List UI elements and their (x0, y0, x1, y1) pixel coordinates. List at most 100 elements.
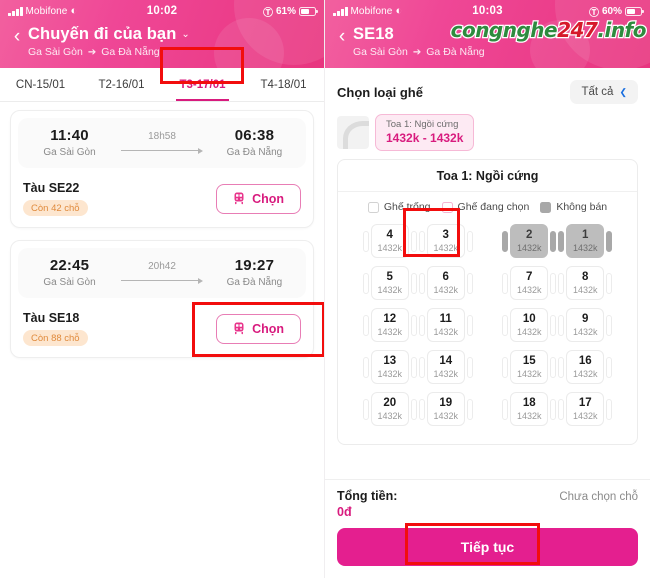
route-breadcrumb: Ga Sài Gòn ➔ Ga Đà Nẵng (28, 46, 190, 58)
route-breadcrumb: Ga Sài Gòn ➔ Ga Đà Nẵng (353, 46, 485, 58)
page-title[interactable]: Chuyến đi của bạn ⌄ (28, 25, 190, 44)
seat-18[interactable]: 18 1432k (510, 392, 549, 426)
continue-button[interactable]: Tiếp tục (337, 528, 638, 566)
back-button[interactable]: ‹ (6, 24, 28, 50)
train-name: Tàu SE18 (23, 311, 80, 325)
seat-armrest-icon (550, 356, 557, 378)
seat-armrest-icon (418, 398, 425, 420)
seat-13[interactable]: 13 1432k (370, 350, 409, 384)
seat-number: 12 (383, 313, 397, 326)
seat-half-left: 20 1432k 19 1432k (348, 392, 488, 426)
seat-half-left: 5 1432k 6 1432k (348, 266, 488, 300)
trip-card-0[interactable]: 11:40 Ga Sài Gòn 18h58 06:38 Ga Đà Nẵng … (10, 110, 314, 228)
seat-number: 1 (582, 229, 589, 242)
seat-armrest-icon (550, 230, 557, 252)
seat-armrest-icon (410, 272, 417, 294)
seat-unit: 2 1432k (502, 224, 557, 258)
seat-unit: 4 1432k (362, 224, 417, 258)
seats-available-badge: Còn 88 chỗ (23, 330, 88, 346)
seat-7[interactable]: 7 1432k (510, 266, 549, 300)
seat-armrest-icon (466, 272, 473, 294)
seat-armrest-icon (362, 272, 369, 294)
route-origin: Ga Sài Gòn (28, 46, 83, 58)
seat-17[interactable]: 17 1432k (566, 392, 605, 426)
seat-number: 6 (442, 271, 449, 284)
date-tab-3[interactable]: T4-18/01 (243, 68, 324, 101)
seat-price: 1432k (433, 410, 459, 421)
seat-number: 7 (526, 271, 533, 284)
seat-6[interactable]: 6 1432k (426, 266, 465, 300)
seat-number: 8 (582, 271, 589, 284)
back-button[interactable]: ‹ (331, 24, 353, 50)
seat-unit: 13 1432k (362, 350, 417, 384)
legend-swatch-unavailable-icon (540, 201, 552, 213)
arrive-time: 19:27 (234, 257, 275, 274)
seat-8[interactable]: 8 1432k (566, 266, 605, 300)
seat-armrest-icon (502, 356, 509, 378)
seat-armrest-icon (466, 356, 473, 378)
seat-price: 1432k (572, 242, 598, 253)
seat-price: 1432k (377, 368, 403, 379)
trip-schedule-0: 11:40 Ga Sài Gòn 18h58 06:38 Ga Đà Nẵng (18, 118, 306, 168)
seat-19[interactable]: 19 1432k (426, 392, 465, 426)
seat-price: 1432k (572, 368, 598, 379)
seat-type-filter-dropdown[interactable]: Tất cả ❮ (570, 80, 638, 104)
seat-5[interactable]: 5 1432k (370, 266, 409, 300)
seat-armrest-icon (502, 272, 509, 294)
date-tab-1[interactable]: T2-16/01 (81, 68, 162, 101)
seat-4[interactable]: 4 1432k (370, 224, 409, 258)
seat-9[interactable]: 9 1432k (566, 308, 605, 342)
route-destination: Ga Đà Nẵng (426, 46, 485, 58)
seat-15[interactable]: 15 1432k (510, 350, 549, 384)
seat-20[interactable]: 20 1432k (370, 392, 409, 426)
seat-armrest-icon (606, 356, 613, 378)
seat-half-right: 2 1432k 1 1432k (488, 224, 628, 258)
seat-3[interactable]: 3 1432k (426, 224, 465, 258)
seat-price: 1432k (572, 284, 598, 295)
trip-card-1[interactable]: 22:45 Ga Sài Gòn 20h42 19:27 Ga Đà Nẵng … (10, 240, 314, 358)
seat-11[interactable]: 11 1432k (426, 308, 465, 342)
locomotive-icon (337, 116, 369, 149)
seat-type-title: Chọn loại ghế (337, 84, 423, 100)
seat-price: 1432k (572, 410, 598, 421)
seat-10[interactable]: 10 1432k (510, 308, 549, 342)
coach-name: Toa 1: Ngồi cứng (386, 119, 459, 130)
seat-unit: 18 1432k (502, 392, 557, 426)
seat-number: 14 (439, 355, 453, 368)
seat-unit: 17 1432k (558, 392, 613, 426)
choose-button-label: Chọn (252, 191, 284, 206)
seat-unit: 19 1432k (418, 392, 473, 426)
arrive-station: Ga Đà Nẵng (226, 147, 283, 158)
seat-unit: 9 1432k (558, 308, 613, 342)
seat-number: 18 (522, 397, 536, 410)
seat-armrest-icon (502, 230, 509, 252)
trip-info-1: Tàu SE18 Còn 88 chỗ (23, 311, 88, 346)
seat-unit: 11 1432k (418, 308, 473, 342)
date-tab-0[interactable]: CN-15/01 (0, 68, 81, 101)
date-tab-2[interactable]: T3-17/01 (162, 68, 243, 101)
seat-armrest-icon (362, 398, 369, 420)
seat-armrest-icon (502, 398, 509, 420)
seat-number: 5 (386, 271, 393, 284)
seat-armrest-icon (558, 356, 565, 378)
choose-button-0[interactable]: Chọn (216, 183, 301, 214)
arrive-station: Ga Đà Nẵng (226, 277, 283, 288)
seat-12[interactable]: 12 1432k (370, 308, 409, 342)
page-title-label: Chuyến đi của bạn (28, 25, 177, 43)
seat-14[interactable]: 14 1432k (426, 350, 465, 384)
watermark-part-3: .info (596, 17, 648, 44)
left-status-bar: Mobifone ◐ 10:02 Ⓣ 61% (0, 0, 324, 22)
seat-16[interactable]: 16 1432k (566, 350, 605, 384)
site-watermark: congnghe247.info (449, 17, 648, 44)
seat-price: 1432k (433, 368, 459, 379)
duration-label: 18h58 (148, 130, 176, 142)
seat-row: 4 1432k 3 1432k 2 1432k 1 1432k (348, 224, 627, 258)
choose-button-1[interactable]: Chọn (216, 313, 301, 344)
seat-armrest-icon (466, 230, 473, 252)
train-icon (234, 192, 244, 205)
filter-label: Tất cả (581, 86, 614, 98)
seat-armrest-icon (558, 272, 565, 294)
coach-card-1[interactable]: Toa 1: Ngồi cứng 1432k - 1432k (375, 114, 475, 151)
chevron-down-icon: ⌄ (181, 29, 190, 40)
chevron-down-icon: ❮ (619, 86, 627, 97)
